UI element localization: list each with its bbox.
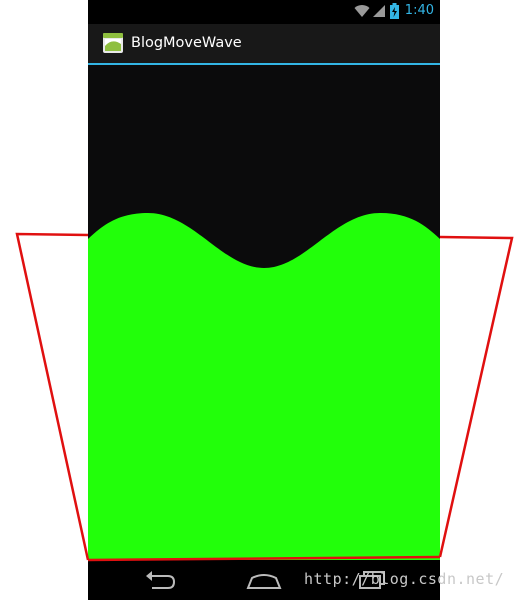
home-icon[interactable]: [244, 568, 284, 592]
container-outline-left: [15, 232, 90, 561]
watermark-text: http://blog.csdn.net/: [304, 570, 505, 588]
wave-content-area: [88, 65, 440, 560]
android-app-icon[interactable]: [102, 32, 124, 54]
app-title: BlogMoveWave: [131, 35, 242, 51]
status-bar: 1:40: [88, 0, 440, 24]
battery-charging-icon: [390, 3, 399, 19]
signal-icon: [373, 5, 385, 17]
back-icon[interactable]: [138, 568, 178, 592]
green-wave-fill: [88, 213, 440, 560]
phone-screen: 1:40 BlogMoveWave: [88, 0, 440, 600]
status-clock: 1:40: [404, 3, 434, 18]
action-bar: BlogMoveWave: [88, 24, 440, 65]
wifi-icon: [354, 5, 370, 18]
wave-view: [88, 213, 440, 560]
screenshot-stage: 1:40 BlogMoveWave http://blog.csdn.net/: [0, 0, 528, 600]
container-outline-right: [438, 235, 514, 558]
